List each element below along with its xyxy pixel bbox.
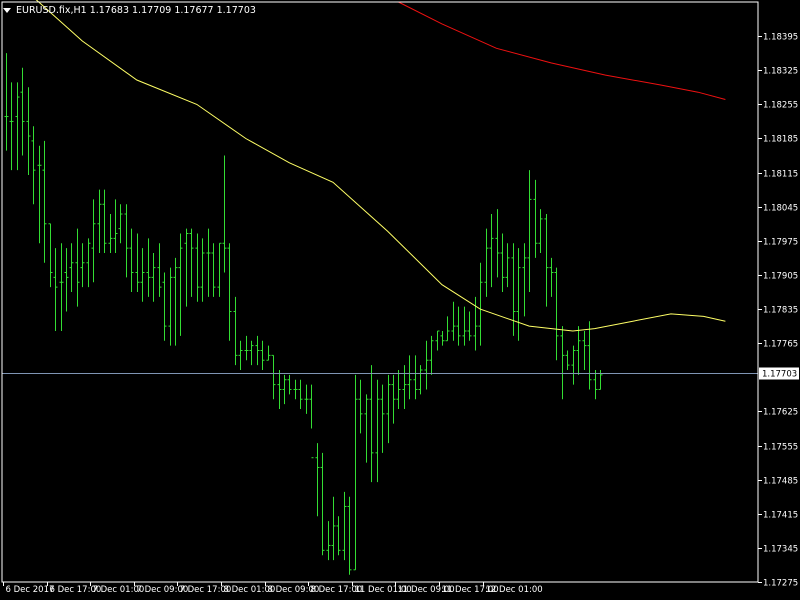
- chart-title-bar: EURUSD.fix,H1 1.17683 1.17709 1.17677 1.…: [3, 3, 256, 17]
- symbol-timeframe-label: EURUSD.fix,H1: [16, 4, 87, 16]
- price-tick-label: 1.17415: [763, 511, 798, 521]
- chart-window[interactable]: 1.18395 1.18325 1.18255 1.18185 1.18115 1.180…: [0, 0, 800, 600]
- price-tick-label: 1.17835: [763, 306, 798, 316]
- price-tick-label: 1.17625: [763, 408, 798, 418]
- price-tick-label: 1.17765: [763, 340, 798, 350]
- price-tick-label: 1.17275: [763, 579, 798, 589]
- price-tick-label: 1.17485: [763, 477, 798, 487]
- chart-background: [0, 0, 800, 600]
- price-tick-label: 1.17345: [763, 545, 798, 555]
- price-chart[interactable]: 1.18395 1.18325 1.18255 1.18185 1.18115 1.180…: [0, 0, 800, 600]
- ohlc-values-label: 1.17683 1.17709 1.17677 1.17703: [89, 4, 256, 16]
- price-tick-label: 1.18045: [763, 204, 798, 214]
- price-tick-label: 1.18325: [763, 67, 798, 77]
- current-price-label: 1.17703: [759, 367, 799, 380]
- price-tick-label: 1.17905: [763, 272, 798, 282]
- time-tick-label: 12 Dec 01:00: [486, 585, 543, 595]
- price-tick-label: 1.18115: [763, 170, 798, 180]
- price-tick-label: 1.18185: [763, 135, 798, 145]
- current-price-text: 1.17703: [762, 370, 797, 380]
- price-tick-label: 1.17555: [763, 443, 798, 453]
- price-tick-label: 1.18255: [763, 101, 798, 111]
- quick-trade-toggle-icon[interactable]: [3, 7, 11, 13]
- price-tick-label: 1.18395: [763, 33, 798, 43]
- time-tick-label: 6 Dec 2017: [6, 585, 55, 595]
- price-tick-label: 1.17975: [763, 238, 798, 248]
